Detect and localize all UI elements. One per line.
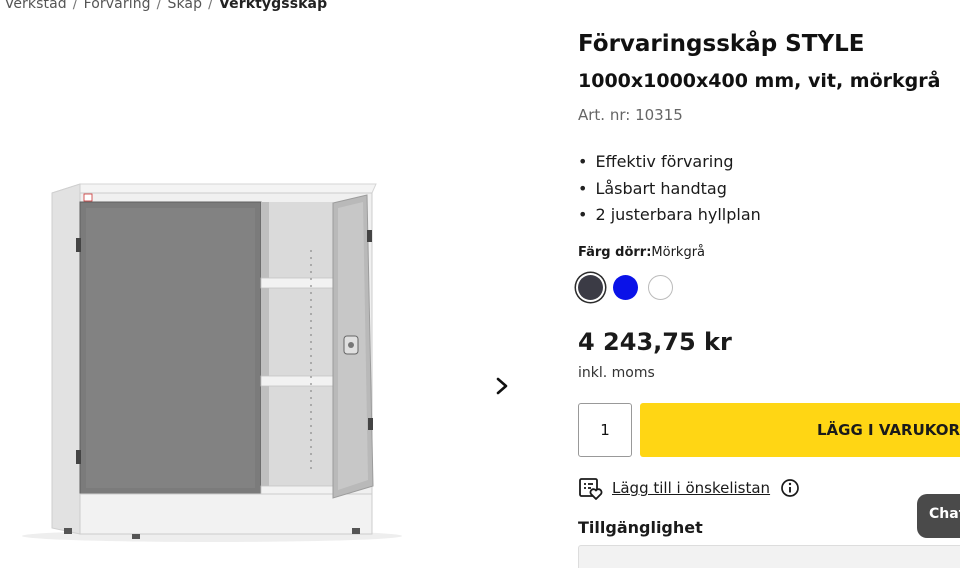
wishlist-link[interactable]: Lägg till i önskelistan <box>612 479 770 497</box>
breadcrumb: k Verkstad / Förvaring / Skåp / Verktygsskåp <box>0 0 327 12</box>
price: 4 243,75 kr <box>578 328 732 356</box>
swatch-white[interactable] <box>648 275 673 300</box>
feature-list: Effektiv förvaring Låsbart handtag 2 jus… <box>578 149 761 229</box>
color-swatches <box>578 275 673 300</box>
breadcrumb-separator: / <box>156 0 162 12</box>
vat-note: inkl. moms <box>578 365 655 381</box>
feature-item: Låsbart handtag <box>578 176 761 203</box>
breadcrumb-item-skap[interactable]: Skåp <box>167 0 202 12</box>
chat-button[interactable]: Chat <box>917 494 960 538</box>
quantity-input[interactable] <box>578 403 632 457</box>
swatch-dark-grey[interactable] <box>578 275 603 300</box>
product-subtitle: 1000x1000x400 mm, vit, mörkgrå <box>578 70 941 92</box>
color-label: Färg dörr:Mörkgrå <box>578 245 705 260</box>
wishlist-row: Lägg till i önskelistan <box>578 476 800 500</box>
info-icon[interactable] <box>780 478 800 498</box>
swatch-blue[interactable] <box>613 275 638 300</box>
availability-box[interactable] <box>578 545 960 568</box>
color-label-title: Färg dörr: <box>578 245 652 260</box>
feature-item: 2 justerbara hyllplan <box>578 202 760 229</box>
chevron-right-icon <box>496 377 508 395</box>
article-number: Art. nr: 10315 <box>578 106 683 124</box>
product-title: Förvaringsskåp STYLE <box>578 31 865 57</box>
breadcrumb-separator: / <box>208 0 213 12</box>
feature-item: Effektiv förvaring <box>578 149 761 176</box>
breadcrumb-current: Verktygsskåp <box>218 0 328 12</box>
product-image[interactable] <box>0 150 420 550</box>
breadcrumb-item-verkstad[interactable]: k Verkstad <box>0 0 67 12</box>
wishlist-icon[interactable] <box>578 476 604 500</box>
gallery-next-button[interactable] <box>488 372 516 400</box>
color-value: Mörkgrå <box>651 245 706 260</box>
product-gallery <box>0 150 420 550</box>
add-to-cart-button[interactable]: LÄGG I VARUKORG <box>640 403 960 457</box>
availability-label: Tillgänglighet <box>578 518 703 537</box>
breadcrumb-item-forvaring[interactable]: Förvaring <box>84 0 151 12</box>
breadcrumb-separator: / <box>72 0 78 12</box>
